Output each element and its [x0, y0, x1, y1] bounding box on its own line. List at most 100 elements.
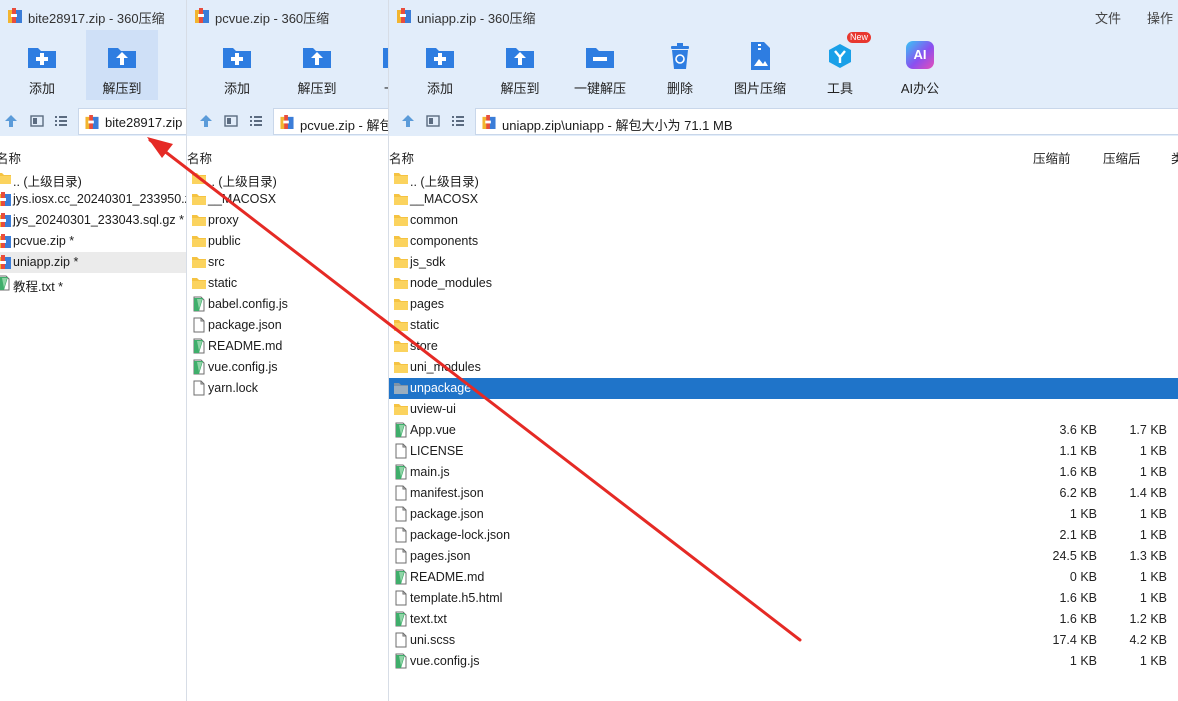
menu-file[interactable]: 文件	[1095, 8, 1121, 27]
add-button[interactable]: 添加	[404, 30, 476, 100]
address-bar[interactable]: uniapp.zip\uniapp - 解包大小为 71.1 MB	[475, 108, 1178, 135]
view-thumbnail-icon[interactable]	[224, 114, 238, 128]
file-row[interactable]: yarn.lock	[187, 378, 388, 399]
file-row[interactable]: public	[187, 231, 388, 252]
file-row[interactable]: __MACOSX	[389, 189, 1178, 210]
column-name[interactable]: 名称	[389, 148, 414, 167]
extract-to-button[interactable]: 解压到	[484, 30, 556, 100]
file-row[interactable]: jys.iosx.cc_20240301_233950.z	[0, 189, 186, 210]
extract-icon	[303, 48, 331, 68]
file-name: text.txt	[410, 612, 447, 626]
zip-archive-icon	[280, 115, 294, 129]
file-row[interactable]: uniapp.zip *	[0, 252, 186, 273]
folder-icon	[393, 233, 409, 249]
column-name[interactable]: 名称	[0, 148, 21, 167]
one-click-extract-button[interactable]: 一键	[361, 30, 388, 100]
file-row[interactable]: template.h5.html 1.6 KB 1 KB	[389, 588, 1178, 609]
zip-file-icon	[0, 191, 12, 207]
file-row[interactable]: main.js 1.6 KB 1 KB	[389, 462, 1178, 483]
file-row[interactable]: .. (上级目录)	[187, 168, 388, 189]
file-row[interactable]: uview-ui	[389, 399, 1178, 420]
file-row[interactable]: pcvue.zip *	[0, 231, 186, 252]
view-thumbnail-icon[interactable]	[30, 114, 44, 128]
file-row[interactable]: static	[389, 315, 1178, 336]
view-thumbnail-icon[interactable]	[426, 114, 440, 128]
file-row[interactable]: 教程.txt *	[0, 273, 186, 294]
address-row: bite28917.zip	[0, 106, 186, 136]
view-list-icon[interactable]	[249, 114, 263, 128]
menu-operate[interactable]: 操作	[1147, 8, 1173, 27]
folder-icon	[393, 275, 409, 291]
image-compress-button[interactable]: 图片压缩	[724, 30, 796, 100]
zip-archive-icon	[8, 8, 22, 23]
file-row[interactable]: .. (上级目录)	[0, 168, 186, 189]
file-row[interactable]: README.md 0 KB 1 KB	[389, 567, 1178, 588]
file-row[interactable]: uni.scss 17.4 KB 4.2 KB	[389, 630, 1178, 651]
ai-office-button[interactable]: AI AI办公	[884, 30, 956, 100]
file-icon	[393, 443, 409, 459]
file-row[interactable]: src	[187, 252, 388, 273]
file-row[interactable]: vue.config.js 1 KB 1 KB	[389, 651, 1178, 672]
folder-icon	[191, 275, 207, 291]
folder-icon	[191, 212, 207, 228]
column-type[interactable]: 类	[1171, 148, 1178, 167]
extract-to-button[interactable]: 解压到	[281, 30, 353, 100]
add-icon	[426, 48, 454, 68]
add-button[interactable]: 添加	[201, 30, 273, 100]
file-row[interactable]: package.json	[187, 315, 388, 336]
add-button[interactable]: 添加	[6, 30, 78, 100]
column-name[interactable]: 名称	[187, 148, 212, 167]
up-arrow-icon[interactable]	[401, 114, 415, 128]
file-icon	[393, 548, 409, 564]
column-size-before[interactable]: 压缩前	[1033, 148, 1071, 167]
tools-button[interactable]: 工具 New	[804, 30, 876, 100]
file-row[interactable]: js_sdk	[389, 252, 1178, 273]
file-row[interactable]: proxy	[187, 210, 388, 231]
file-row[interactable]: App.vue 3.6 KB 1.7 KB	[389, 420, 1178, 441]
file-row[interactable]: README.md	[187, 336, 388, 357]
file-row[interactable]: common	[389, 210, 1178, 231]
file-row[interactable]: uni_modules	[389, 357, 1178, 378]
file-row[interactable]: __MACOSX	[187, 189, 388, 210]
title-bar: uniapp.zip - 360压缩 文件 操作	[389, 0, 1178, 30]
file-name: jys_20240301_233043.sql.gz *	[13, 213, 184, 227]
file-name: uview-ui	[410, 402, 456, 416]
address-bar[interactable]: pcvue.zip - 解包	[273, 108, 388, 135]
extract-to-button[interactable]: 解压到	[86, 30, 158, 100]
size-after: 1 KB	[1139, 465, 1167, 479]
file-name: babel.config.js	[208, 297, 288, 311]
one-click-extract-icon	[586, 48, 614, 68]
one-click-extract-button[interactable]: 一键解压	[564, 30, 636, 100]
file-name: README.md	[410, 570, 485, 584]
file-row[interactable]: static	[187, 273, 388, 294]
file-row[interactable]: jys_20240301_233043.sql.gz *	[0, 210, 186, 231]
file-row[interactable]: vue.config.js	[187, 357, 388, 378]
file-row[interactable]: manifest.json 6.2 KB 1.4 KB	[389, 483, 1178, 504]
folder-icon	[393, 380, 409, 396]
file-row[interactable]: store	[389, 336, 1178, 357]
folder-icon	[191, 254, 207, 270]
file-row[interactable]: components	[389, 231, 1178, 252]
file-icon	[393, 506, 409, 522]
file-name: components	[410, 234, 479, 248]
size-before: 17.4 KB	[1052, 633, 1097, 647]
zip-archive-icon	[85, 115, 99, 129]
file-row[interactable]: unpackage	[389, 378, 1178, 399]
file-row[interactable]: LICENSE 1.1 KB 1 KB	[389, 441, 1178, 462]
file-row[interactable]: node_modules	[389, 273, 1178, 294]
toolbar: 添加 解压到 一键	[187, 30, 388, 106]
file-row[interactable]: package.json 1 KB 1 KB	[389, 504, 1178, 525]
file-row[interactable]: babel.config.js	[187, 294, 388, 315]
view-list-icon[interactable]	[451, 114, 465, 128]
file-row[interactable]: pages	[389, 294, 1178, 315]
address-bar[interactable]: bite28917.zip	[78, 108, 186, 135]
delete-button[interactable]: 删除	[644, 30, 716, 100]
column-size-after[interactable]: 压缩后	[1103, 148, 1141, 167]
up-arrow-icon[interactable]	[199, 114, 213, 128]
view-list-icon[interactable]	[54, 114, 68, 128]
file-row[interactable]: package-lock.json 2.1 KB 1 KB	[389, 525, 1178, 546]
file-row[interactable]: .. (上级目录)	[389, 168, 1178, 189]
file-row[interactable]: text.txt 1.6 KB 1.2 KB	[389, 609, 1178, 630]
file-row[interactable]: pages.json 24.5 KB 1.3 KB	[389, 546, 1178, 567]
up-arrow-icon[interactable]	[4, 114, 18, 128]
